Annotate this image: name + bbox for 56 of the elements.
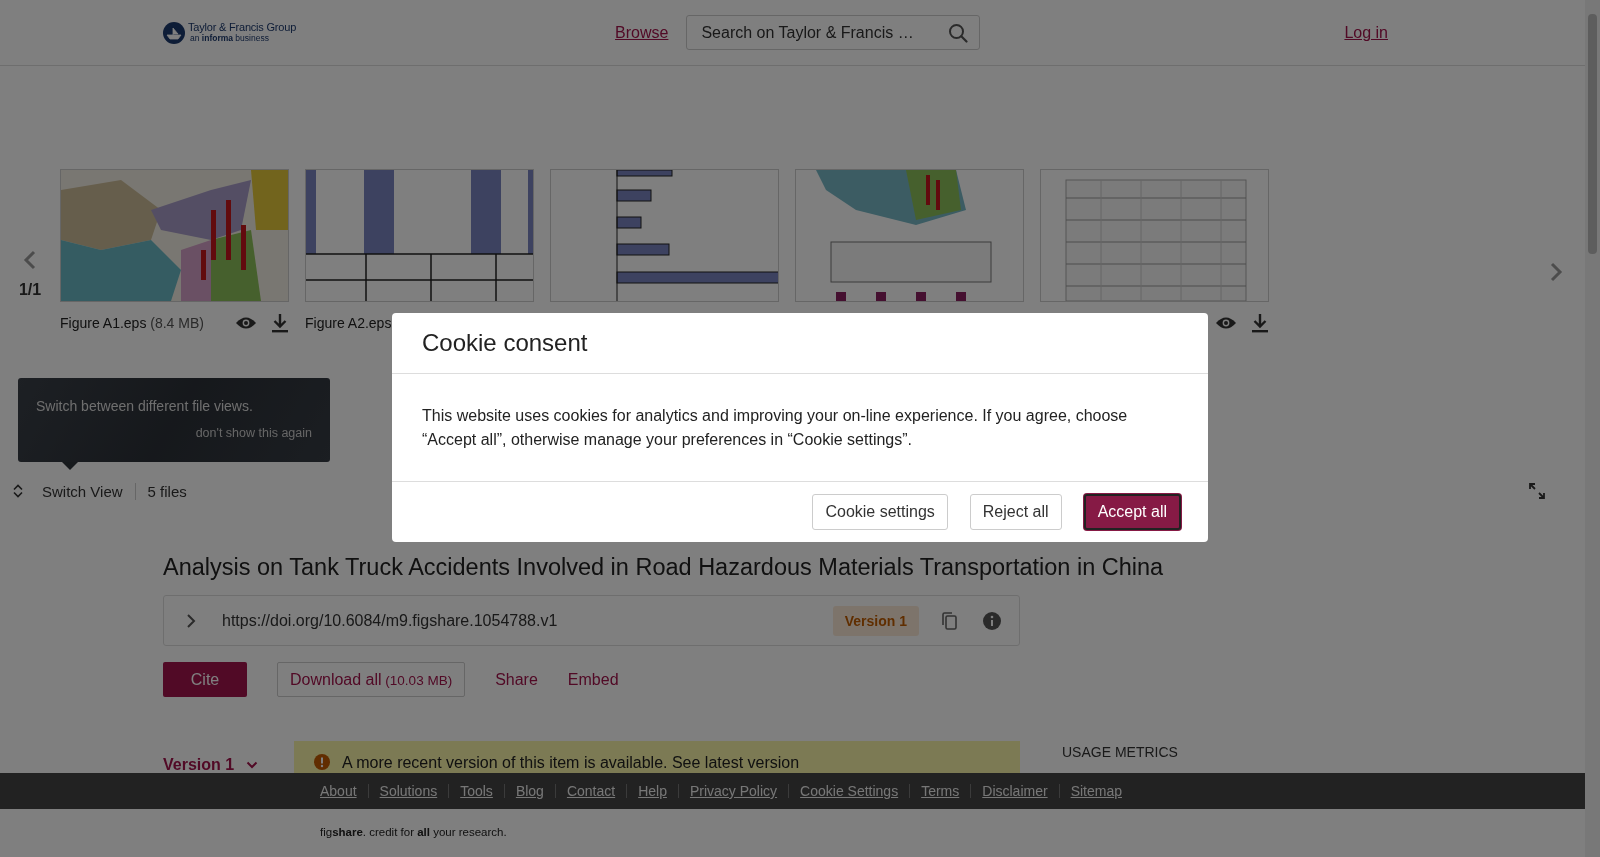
search-field[interactable]: Search on Taylor & Francis … xyxy=(686,15,981,50)
warning-icon xyxy=(314,754,330,770)
download-icon[interactable] xyxy=(1251,313,1269,333)
item-title: Analysis on Tank Truck Accidents Involved in Road Hazardous Materials Transportation in China xyxy=(163,554,1164,581)
embed-link[interactable]: Embed xyxy=(567,670,619,689)
chevron-right-icon[interactable] xyxy=(1549,262,1563,282)
section-heading: USAGE METRICS xyxy=(1062,744,1178,760)
logo-tagline: an informa business xyxy=(190,34,270,43)
dialog-message: This website uses cookies for analytics and improving your on-line experience. If you agree, choose “Accept all”, otherwise manage your preferences in “Cookie settings”. xyxy=(422,406,1129,450)
footer-link[interactable]: Contact xyxy=(554,784,627,798)
doi-link[interactable]: https://doi.org/10.6084/m9.figshare.1054788.v1 xyxy=(222,611,558,630)
dismiss-link[interactable]: don't show this again xyxy=(195,426,312,440)
search-icon[interactable] xyxy=(948,23,969,43)
share-link[interactable]: Share xyxy=(495,670,538,689)
login-link[interactable]: Log in xyxy=(1344,23,1388,42)
tooltip-text: Switch between different file views. xyxy=(36,398,254,414)
sort-arrows-icon xyxy=(12,484,24,498)
footer-link[interactable]: Disclaimer xyxy=(970,784,1059,798)
dialog-button[interactable]: Reject all xyxy=(969,494,1062,530)
file-name[interactable]: Figure A1.eps (8.4 MB) xyxy=(60,315,204,331)
info-icon[interactable] xyxy=(983,611,1001,630)
logo[interactable]: Taylor & Francis Group an informa business xyxy=(163,21,313,44)
browse-link[interactable]: Browse xyxy=(615,23,669,42)
chevron-left-icon[interactable] xyxy=(23,250,37,270)
page-counter: 1/1 xyxy=(18,281,42,299)
accept-button[interactable]: Accept all xyxy=(1083,494,1181,530)
download-all-button[interactable]: Download all (10.03 MB) xyxy=(277,662,466,697)
eye-icon[interactable] xyxy=(235,316,257,330)
version-badge: Version 1 xyxy=(832,605,919,636)
cite-button[interactable]: Cite xyxy=(163,662,247,697)
version-dropdown[interactable]: Version 1 xyxy=(163,751,294,773)
switch-view-button[interactable]: Switch View xyxy=(10,482,136,500)
eye-icon[interactable] xyxy=(1215,316,1237,330)
footer-link[interactable]: Blog xyxy=(503,784,555,798)
file-count: 5 files xyxy=(146,482,187,500)
copy-icon[interactable] xyxy=(941,611,957,630)
scrollbar[interactable] xyxy=(1585,0,1600,857)
download-icon[interactable] xyxy=(271,313,289,333)
globe-ship-icon xyxy=(163,21,185,44)
dialog-button[interactable]: Cookie settings xyxy=(812,494,948,530)
footer-link[interactable]: Terms xyxy=(909,784,971,798)
file-name[interactable]: Figure A2.eps xyxy=(305,315,392,331)
notice-text: A more recent version of this item is available. See latest version xyxy=(342,754,800,772)
chevron-right-icon[interactable] xyxy=(186,612,196,629)
footer-link[interactable]: Tools xyxy=(448,784,504,798)
footer-credit: figshare. credit for all your research. xyxy=(319,825,508,838)
expand-icon[interactable] xyxy=(1529,483,1545,499)
footer-link[interactable]: Sitemap xyxy=(1058,784,1133,798)
caret-down-icon xyxy=(246,761,259,769)
dialog-title: Cookie consent xyxy=(422,329,588,357)
logo-name: Taylor & Francis Group xyxy=(188,22,297,34)
footer-link[interactable]: Cookie Settings xyxy=(788,784,910,798)
footer-link[interactable]: Solutions xyxy=(367,784,449,798)
footer-link[interactable]: Privacy Policy xyxy=(677,784,789,798)
footer-link[interactable]: Help xyxy=(626,784,678,798)
footer-link[interactable]: About xyxy=(320,784,368,798)
